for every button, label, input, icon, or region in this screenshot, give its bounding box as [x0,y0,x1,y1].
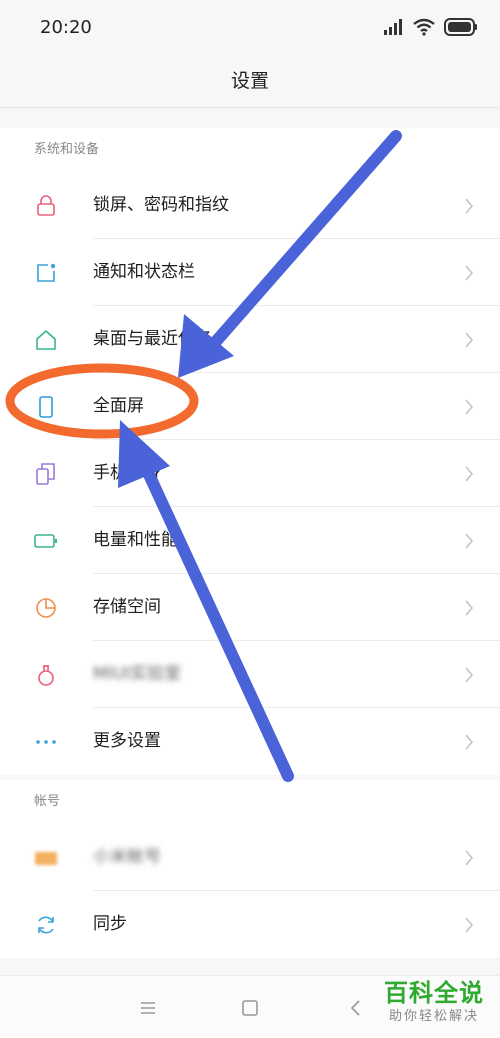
settings-item-label: 手机分身 [93,463,161,483]
battery-icon [34,534,57,548]
chevron-right-icon [465,667,474,683]
settings-item-label: 小米帐号 [93,847,161,867]
settings-item-label: MIUI实验室 [93,664,182,684]
battery-status-icon [444,18,477,36]
settings-item-label: 桌面与最近任务 [93,329,212,349]
settings-item-storage[interactable]: 存储空间 [0,574,500,641]
signal-icon [384,19,402,35]
settings-item-lockscreen[interactable]: 锁屏、密码和指纹 [0,172,500,239]
dual-phone-icon [36,463,55,485]
chevron-right-icon [465,850,474,866]
sync-icon [38,916,54,934]
chevron-right-icon [465,466,474,482]
chevron-right-icon [465,917,474,933]
chevron-right-icon [465,734,474,750]
settings-item-label: 同步 [93,914,127,934]
watermark-subtitle: 助你轻松解决 [388,1009,479,1024]
home-icon [36,330,56,350]
status-time: 20:20 [40,17,92,38]
section-header-account: 帐号 [34,794,61,809]
storage-pie-icon [36,598,56,618]
chevron-right-icon [465,265,474,281]
settings-item-label: 更多设置 [93,731,161,751]
home-button-icon[interactable] [240,998,260,1018]
notification-icon [37,263,56,282]
account-icon [35,852,57,865]
settings-item-dual-apps[interactable]: 手机分身 [0,440,500,507]
lock-icon [37,195,55,216]
chevron-right-icon [465,533,474,549]
settings-item-label: 电量和性能 [93,530,178,550]
page-title: 设置 [230,70,269,92]
chevron-right-icon [465,198,474,214]
settings-item-label: 全面屏 [93,396,144,416]
account-section: 帐号 小米帐号 同步 [0,780,500,958]
lab-flask-icon [38,665,54,686]
settings-item-notifications[interactable]: 通知和状态栏 [0,239,500,306]
chevron-right-icon [465,600,474,616]
settings-item-more[interactable]: 更多设置 [0,708,500,775]
more-dots-icon [36,740,56,744]
settings-item-lab[interactable]: MIUI实验室 [0,641,500,708]
status-bar: 20:20 [0,0,500,55]
watermark-title: 百科全说 [384,979,484,1007]
chevron-right-icon [465,399,474,415]
chevron-right-icon [465,332,474,348]
system-section: 系统和设备 锁屏、密码和指纹 通知和状态栏 桌面与最近任务 全面屏 手机分身 电… [0,128,500,775]
menu-icon[interactable] [138,998,158,1018]
back-icon[interactable] [346,998,366,1018]
settings-item-battery[interactable]: 电量和性能 [0,507,500,574]
watermark-logo: 百科全说 助你轻松解决 [384,978,484,1026]
settings-item-sync[interactable]: 同步 [0,891,500,958]
settings-item-label: 锁屏、密码和指纹 [93,195,229,215]
wifi-icon [413,18,435,36]
phone-screen-icon [39,396,53,418]
section-header-system: 系统和设备 [34,142,100,157]
settings-item-label: 存储空间 [93,597,161,617]
settings-item-home[interactable]: 桌面与最近任务 [0,306,500,373]
settings-item-fullscreen[interactable]: 全面屏 [0,373,500,440]
settings-item-account[interactable]: 小米帐号 [0,824,500,891]
settings-item-label: 通知和状态栏 [93,262,195,282]
